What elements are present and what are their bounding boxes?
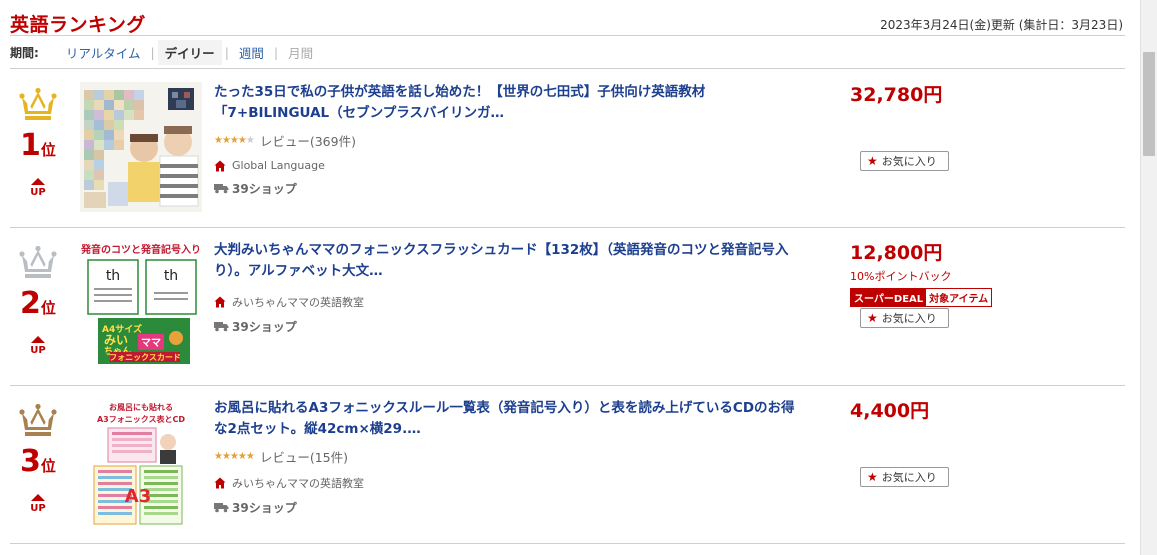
- ranking-item: 1位 UP たった35日で私の子供が英語を話し始めた！【世界の七田式】子供向け英…: [10, 70, 1125, 228]
- shop-link[interactable]: Global Language: [214, 159, 804, 172]
- review-summary[interactable]: ★★★★★ レビュー(15件): [214, 447, 804, 466]
- svg-text:ママ: ママ: [141, 338, 161, 349]
- svg-text:th: th: [164, 268, 178, 284]
- ranking-header: 英語ランキング 2023年3月24日(金)更新 (集計日：3月23日): [10, 10, 1125, 36]
- shipping-info: 39ショップ: [214, 499, 804, 516]
- rank-badge: 1位 UP: [10, 70, 66, 228]
- deal-label: スーパーDEAL: [851, 289, 927, 306]
- truck-icon: [214, 322, 229, 332]
- ranking-list: 1位 UP たった35日で私の子供が英語を話し始めた！【世界の七田式】子供向け英…: [10, 70, 1125, 544]
- silver-crown-icon: [19, 245, 57, 278]
- period-selector: 期間: リアルタイム | デイリー | 週間 | 月間: [10, 37, 1125, 69]
- ranking-item: 2位 UP 発音のコツと発音記号入り th th A4サイズ みい ママ フォニ…: [10, 228, 1125, 386]
- product-price: 12,800円: [850, 242, 943, 264]
- page-title: 英語ランキング: [10, 14, 146, 36]
- svg-text:フォニックスカード: フォニックスカード: [109, 352, 181, 362]
- rating-stars-icon: ★★★★★: [214, 451, 255, 462]
- rating-stars-icon: ★★★★★: [214, 135, 255, 146]
- svg-text:みい: みい: [104, 333, 128, 347]
- product-info: 大判みいちゃんママのフォニックスフラッシュカード【132枚】（英語発音のコツと発…: [214, 240, 804, 335]
- shop-icon: [214, 160, 226, 171]
- shop-name[interactable]: みいちゃんママの英語教室: [232, 475, 364, 491]
- svg-text:A3フォニックス表とCD: A3フォニックス表とCD: [97, 414, 185, 424]
- favorite-button[interactable]: ★ お気に入り: [860, 308, 949, 328]
- shipping-label: 39ショップ: [232, 182, 297, 196]
- rank-number: 1位: [20, 128, 56, 163]
- tab-daily[interactable]: デイリー: [157, 40, 222, 65]
- truck-icon: [214, 503, 229, 513]
- rank-number: 2位: [20, 286, 56, 321]
- review-count[interactable]: レビュー(15件): [260, 447, 348, 466]
- tab-monthly: 月間: [288, 46, 314, 61]
- product-title-link[interactable]: お風呂に貼れるA3フォニックスルール一覧表（発音記号入り）と表を読み上げているC…: [214, 398, 804, 440]
- shop-link[interactable]: みいちゃんママの英語教室: [214, 294, 804, 310]
- svg-text:A3: A3: [125, 486, 151, 507]
- svg-text:発音のコツと発音記号入り: 発音のコツと発音記号入り: [80, 243, 201, 256]
- price-area: 12,800円 10%ポイントバック スーパーDEAL 対象アイテム ★ お気に…: [850, 238, 1110, 328]
- price-area: 4,400円 ★ お気に入り: [850, 396, 1110, 487]
- favorite-label: お気に入り: [881, 155, 937, 168]
- rank-badge: 3位 UP: [10, 386, 66, 544]
- product-price: 4,400円: [850, 400, 930, 422]
- product-image[interactable]: [80, 82, 202, 212]
- product-info: たった35日で私の子供が英語を話し始めた！【世界の七田式】子供向け英語教材「7+…: [214, 82, 804, 197]
- scrollbar-thumb[interactable]: [1143, 52, 1155, 156]
- product-info: お風呂に貼れるA3フォニックスルール一覧表（発音記号入り）と表を読み上げているC…: [214, 398, 804, 516]
- shop-name[interactable]: Global Language: [232, 159, 325, 172]
- shipping-label: 39ショップ: [232, 320, 297, 334]
- shipping-info: 39ショップ: [214, 318, 804, 335]
- tab-realtime[interactable]: リアルタイム: [59, 40, 148, 65]
- svg-text:お風呂にも貼れる: お風呂にも貼れる: [109, 402, 173, 412]
- update-date: 2023年3月24日(金)更新 (集計日：3月23日): [880, 18, 1123, 32]
- product-image[interactable]: 発音のコツと発音記号入り th th A4サイズ みい ちゃん ママ: [80, 240, 202, 370]
- review-count[interactable]: レビュー(369件): [260, 131, 356, 150]
- favorite-button[interactable]: ★ お気に入り: [860, 151, 949, 171]
- favorite-label: お気に入り: [881, 471, 937, 484]
- product-title-link[interactable]: たった35日で私の子供が英語を話し始めた！【世界の七田式】子供向け英語教材「7+…: [214, 82, 804, 124]
- truck-icon: [214, 184, 229, 194]
- star-icon: ★: [867, 311, 878, 325]
- deal-sublabel: 対象アイテム: [926, 289, 992, 306]
- price-area: 32,780円 ★ お気に入り: [850, 80, 1110, 171]
- favorite-label: お気に入り: [881, 312, 937, 325]
- up-arrow-icon: [31, 494, 45, 501]
- svg-text:th: th: [106, 268, 120, 284]
- super-deal-badge[interactable]: スーパーDEAL 対象アイテム: [850, 288, 993, 307]
- up-arrow-icon: [31, 336, 45, 343]
- star-icon: ★: [867, 154, 878, 168]
- tab-divider: |: [273, 45, 279, 60]
- rank-badge: 2位 UP: [10, 228, 66, 386]
- tab-weekly[interactable]: 週間: [232, 40, 271, 65]
- favorite-button[interactable]: ★ お気に入り: [860, 467, 949, 487]
- rank-number: 3位: [20, 444, 56, 479]
- bronze-crown-icon: [19, 403, 57, 436]
- gold-crown-icon: [19, 87, 57, 120]
- product-title-link[interactable]: 大判みいちゃんママのフォニックスフラッシュカード【132枚】（英語発音のコツと発…: [214, 240, 804, 282]
- up-arrow-icon: [31, 178, 45, 185]
- tab-divider: |: [150, 45, 155, 60]
- rank-up-indicator: UP: [10, 178, 66, 198]
- shop-link[interactable]: みいちゃんママの英語教室: [214, 475, 804, 491]
- star-icon: ★: [867, 470, 878, 484]
- point-back-text: 10%ポイントバック: [850, 270, 952, 283]
- rank-up-indicator: UP: [10, 336, 66, 356]
- shop-icon: [214, 296, 226, 308]
- product-image[interactable]: お風呂にも貼れる A3フォニックス表とCD A3: [80, 398, 202, 528]
- shop-icon: [214, 477, 226, 489]
- product-price: 32,780円: [850, 84, 943, 106]
- shipping-label: 39ショップ: [232, 501, 297, 515]
- shipping-info: 39ショップ: [214, 180, 804, 197]
- tab-divider: |: [224, 45, 229, 60]
- period-label: 期間:: [10, 46, 39, 60]
- review-summary[interactable]: ★★★★★ レビュー(369件): [214, 131, 804, 150]
- shop-name[interactable]: みいちゃんママの英語教室: [232, 294, 364, 310]
- ranking-item: 3位 UP お風呂にも貼れる A3フォニックス表とCD A3 お風呂に貼れるA3…: [10, 386, 1125, 544]
- rank-up-indicator: UP: [10, 494, 66, 514]
- vertical-scrollbar[interactable]: [1140, 0, 1157, 555]
- ranking-page: 英語ランキング 2023年3月24日(金)更新 (集計日：3月23日) 期間: …: [0, 0, 1140, 555]
